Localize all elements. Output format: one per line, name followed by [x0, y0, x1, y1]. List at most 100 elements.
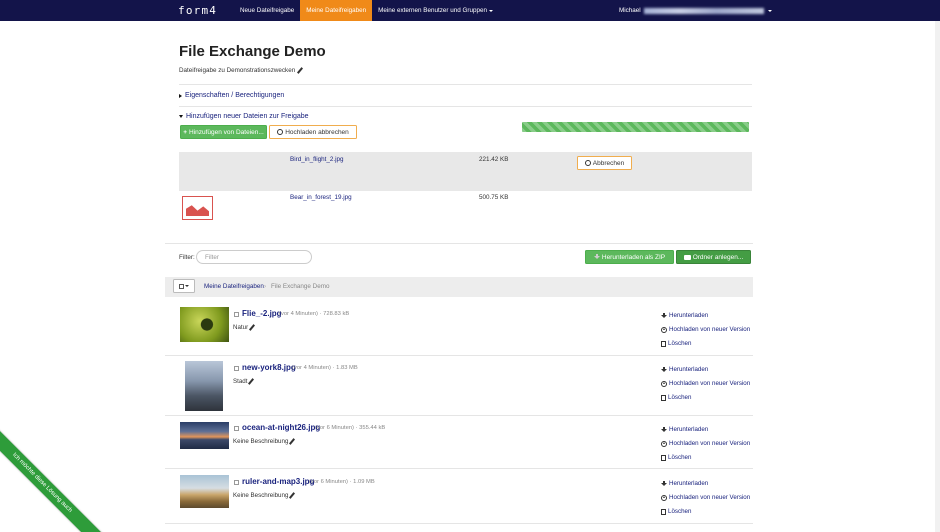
subtitle-text: Dateifreigabe zu Demonstrationszwecken: [179, 67, 296, 74]
promo-ribbon[interactable]: Ich möchte diese Lösung auch: [0, 421, 104, 532]
file-meta: (vor 6 Minuten) · 1.09 MB: [309, 479, 375, 485]
trash-icon: [661, 508, 666, 515]
file-delete-link[interactable]: Löschen: [661, 394, 691, 401]
trash-icon: [661, 340, 666, 347]
file-name[interactable]: ocean-at-night26.jpg: [242, 423, 320, 432]
download-icon: [661, 480, 667, 487]
file-download-link[interactable]: Herunterladen: [661, 366, 708, 373]
user-name: Michael: [619, 7, 641, 14]
file-download-link[interactable]: Herunterladen: [661, 426, 708, 433]
divider: [165, 523, 753, 524]
file-name[interactable]: Flie_-2.jpg: [242, 309, 282, 318]
edit-pencil-icon[interactable]: [249, 325, 255, 331]
breadcrumb-root[interactable]: Meine Dateifreigaben: [204, 283, 264, 290]
file-description-text: Keine Beschreibung: [233, 438, 289, 445]
upload-circle-icon: [661, 380, 667, 387]
file-thumbnail[interactable]: [180, 475, 229, 508]
file-name[interactable]: ruler-and-map3.jpg: [242, 477, 314, 486]
file-thumbnail[interactable]: [180, 422, 229, 449]
file-checkbox[interactable]: [234, 480, 239, 485]
file-name[interactable]: new-york8.jpg: [242, 363, 296, 372]
image-placeholder-icon: [182, 196, 213, 220]
trash-icon: [661, 454, 666, 461]
ban-icon: [277, 129, 284, 135]
cancel-file-button[interactable]: Abbrechen: [577, 156, 632, 170]
file-description: Keine Beschreibung: [233, 492, 295, 499]
file-download-link[interactable]: Herunterladen: [661, 480, 708, 487]
file-description: Stadt: [233, 378, 254, 385]
file-upload-new-link[interactable]: Hochladen von neuer Version: [661, 440, 750, 447]
page-subtitle: Dateifreigabe zu Demonstrationszwecken: [179, 67, 303, 74]
upload-file-name: Bear_in_forest_19.jpg: [290, 194, 352, 201]
upload-circle-icon: [661, 440, 667, 447]
page-scrollbar[interactable]: [935, 21, 940, 532]
file-upload-new-label: Hochladen von neuer Version: [669, 326, 751, 333]
file-description: Natur: [233, 324, 255, 331]
file-upload-new-link[interactable]: Hochladen von neuer Version: [661, 380, 750, 387]
file-checkbox[interactable]: [234, 426, 239, 431]
download-icon: [661, 366, 667, 373]
divider: [179, 84, 752, 85]
file-upload-new-link[interactable]: Hochladen von neuer Version: [661, 494, 750, 501]
file-description: Keine Beschreibung: [233, 438, 295, 445]
cancel-upload-button[interactable]: Hochladen abbrechen: [269, 125, 357, 139]
file-download-label: Herunterladen: [669, 426, 709, 433]
edit-pencil-icon[interactable]: [289, 439, 295, 445]
file-delete-label: Löschen: [668, 508, 692, 515]
user-email-redacted: [643, 7, 764, 14]
caret-down-icon: [179, 115, 183, 118]
nav-external-users-label: Meine externen Benutzer und Gruppen: [378, 7, 487, 14]
file-delete-link[interactable]: Löschen: [661, 508, 691, 515]
download-zip-label: Herunterladen als ZIP: [601, 253, 666, 261]
upload-file-name: Bird_in_flight_2.jpg: [290, 156, 344, 163]
file-description-text: Keine Beschreibung: [233, 492, 289, 499]
breadcrumb-current: File Exchange Demo: [271, 283, 330, 290]
nav-new-share[interactable]: Neue Dateifreigabe: [234, 0, 300, 21]
divider: [165, 243, 753, 244]
file-delete-link[interactable]: Löschen: [661, 454, 691, 461]
divider: [165, 355, 753, 356]
plus-icon: +: [183, 128, 187, 136]
cancel-file-label: Abbrechen: [592, 159, 625, 167]
file-meta: (vor 6 Minuten) · 355.44 kB: [315, 425, 386, 431]
filter-input[interactable]: Filter: [196, 250, 312, 264]
toggle-properties-label: Eigenschaften / Berechtigungen: [185, 92, 285, 99]
filter-label: Filter:: [179, 254, 195, 261]
download-zip-button[interactable]: Herunterladen als ZIP: [585, 250, 674, 264]
select-dropdown-button[interactable]: [173, 279, 195, 293]
download-icon: [661, 426, 667, 433]
chevron-down-icon: [489, 9, 493, 12]
brand-logo[interactable]: form4: [178, 0, 234, 21]
file-download-label: Herunterladen: [669, 366, 709, 373]
file-download-link[interactable]: Herunterladen: [661, 312, 708, 319]
upload-queue-item: Bear_in_forest_19.jpg 500.75 KB: [179, 191, 752, 243]
folder-icon: [683, 254, 691, 260]
upload-file-size: 500.75 KB: [479, 194, 509, 201]
file-thumbnail[interactable]: [180, 307, 229, 342]
new-folder-button[interactable]: Ordner anlegen...: [676, 250, 751, 264]
toggle-properties[interactable]: Eigenschaften / Berechtigungen: [179, 92, 284, 99]
edit-pencil-icon[interactable]: [289, 493, 295, 499]
download-icon: [593, 254, 600, 260]
file-delete-link[interactable]: Löschen: [661, 340, 691, 347]
divider: [179, 106, 752, 107]
file-checkbox[interactable]: [234, 312, 239, 317]
file-checkbox[interactable]: [234, 366, 239, 371]
file-upload-new-link[interactable]: Hochladen von neuer Version: [661, 326, 750, 333]
upload-progress: [522, 122, 749, 132]
user-menu[interactable]: Michael: [619, 0, 772, 21]
trash-icon: [661, 394, 666, 401]
nav-external-users[interactable]: Meine externen Benutzer und Gruppen: [372, 0, 499, 21]
edit-pencil-icon[interactable]: [297, 68, 303, 74]
file-download-label: Herunterladen: [669, 480, 709, 487]
upload-circle-icon: [661, 326, 667, 333]
upload-queue-item: Bird_in_flight_2.jpg 221.42 KB Abbrechen: [179, 152, 752, 191]
nav-my-shares[interactable]: Meine Dateifreigaben: [300, 0, 373, 21]
add-files-button[interactable]: + Hinzufügen von Dateien...: [180, 125, 267, 139]
checkbox-icon: [179, 283, 184, 289]
toggle-add-files[interactable]: Hinzufügen neuer Dateien zur Freigabe: [179, 113, 309, 120]
edit-pencil-icon[interactable]: [248, 379, 254, 385]
file-thumbnail[interactable]: [185, 361, 223, 411]
download-icon: [661, 312, 667, 319]
file-delete-label: Löschen: [668, 454, 692, 461]
